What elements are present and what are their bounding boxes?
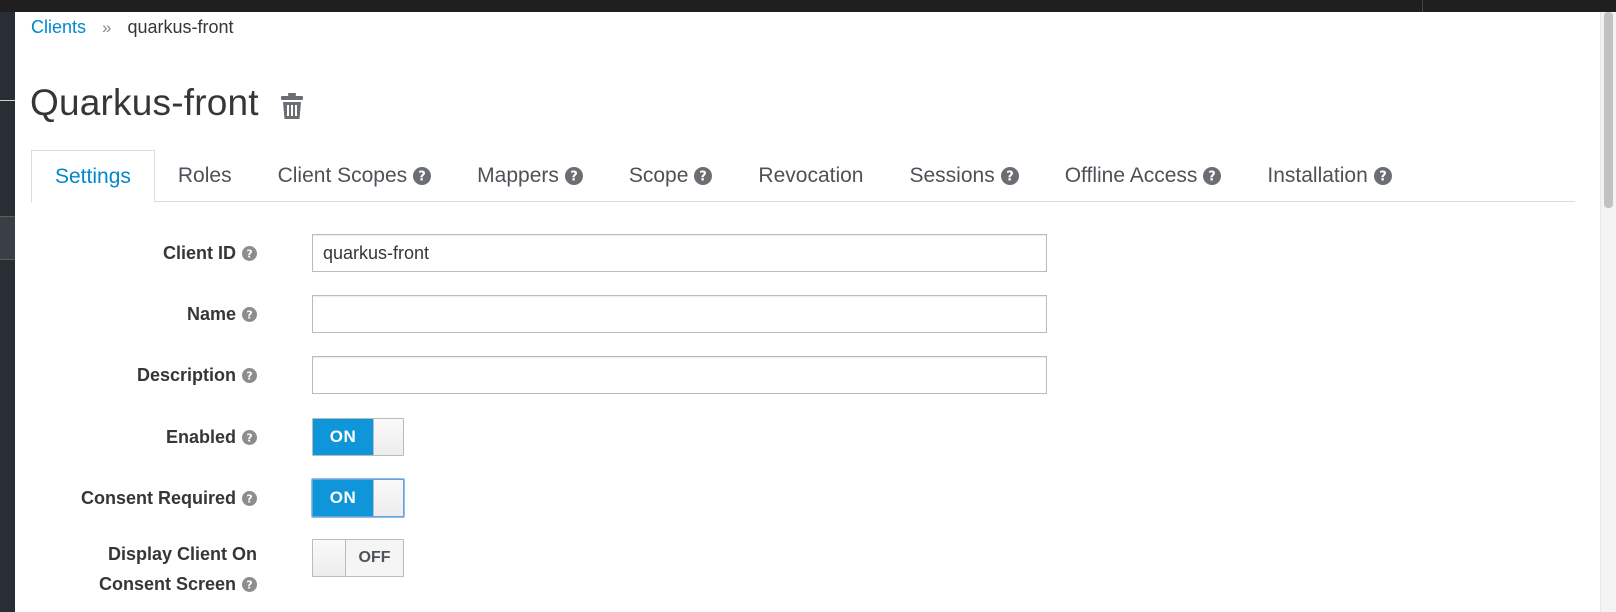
- svg-text:?: ?: [246, 492, 252, 505]
- tab-offline-access[interactable]: Offline Access?: [1042, 150, 1245, 202]
- tab-scope[interactable]: Scope?: [606, 150, 736, 202]
- name-label: Name ?: [31, 304, 257, 325]
- tab-label: Installation: [1267, 164, 1368, 187]
- tab-client-scopes[interactable]: Client Scopes?: [255, 150, 455, 202]
- client-id-label: Client ID ?: [31, 243, 257, 264]
- tab-label: Roles: [177, 164, 232, 187]
- question-circle-icon[interactable]: ?: [1373, 167, 1392, 185]
- tab-label: Client Scopes: [277, 164, 408, 187]
- top-bar: [0, 0, 1616, 12]
- svg-text:?: ?: [246, 308, 252, 321]
- field-label-line1: Display Client On: [107, 544, 257, 564]
- description-input[interactable]: [312, 356, 1047, 394]
- breadcrumb: Clients » quarkus-front: [31, 17, 234, 38]
- display-client-label: Display Client On Consent Screen ?: [31, 539, 257, 599]
- field-label-text: Enabled: [165, 426, 236, 447]
- enabled-toggle[interactable]: ON: [312, 418, 404, 456]
- field-label-line2-wrap: Consent Screen ?: [31, 569, 257, 599]
- svg-text:?: ?: [1209, 170, 1217, 185]
- scrollbar[interactable]: [1600, 12, 1616, 612]
- enabled-label: Enabled ?: [31, 427, 257, 448]
- form-row-description: Description ?: [31, 354, 1047, 396]
- breadcrumb-separator: »: [102, 17, 112, 37]
- form-row-enabled: Enabled ? ON: [31, 416, 1031, 458]
- tab-label: Scope: [628, 164, 689, 187]
- form-row-consent-required: Consent Required ? ON: [31, 477, 1031, 519]
- page-header: Quarkus-front: [30, 82, 303, 124]
- form-row-name: Name ?: [31, 293, 1047, 335]
- toggle-knob: [313, 540, 346, 576]
- consent-required-label: Consent Required ?: [31, 488, 257, 509]
- tab-label: Mappers: [477, 164, 559, 187]
- client-id-input[interactable]: [312, 234, 1047, 272]
- tab-sessions[interactable]: Sessions?: [886, 150, 1041, 202]
- svg-text:?: ?: [700, 170, 708, 185]
- svg-text:?: ?: [246, 431, 252, 444]
- field-label-text: Description: [136, 364, 236, 385]
- field-label-text: Client ID: [162, 242, 236, 263]
- tab-installation[interactable]: Installation?: [1244, 150, 1414, 202]
- trash-icon[interactable]: [280, 93, 303, 119]
- toggle-knob: [373, 480, 403, 516]
- question-circle-icon[interactable]: ?: [242, 429, 257, 445]
- svg-text:?: ?: [246, 578, 252, 591]
- svg-text:?: ?: [1006, 170, 1014, 185]
- toggle-on-state: ON: [313, 419, 373, 455]
- field-label-text: Name: [186, 303, 236, 324]
- breadcrumb-clients-link[interactable]: Clients: [31, 17, 86, 38]
- toggle-on-state: ON: [313, 480, 373, 516]
- nav-item-active[interactable]: [0, 216, 15, 260]
- top-bar-divider: [1422, 0, 1423, 12]
- tab-label: Revocation: [758, 164, 864, 187]
- field-label-text: Consent Required: [80, 487, 236, 508]
- consent-required-toggle[interactable]: ON: [312, 479, 404, 517]
- scrollbar-thumb[interactable]: [1604, 12, 1613, 208]
- question-circle-icon[interactable]: ?: [242, 306, 257, 322]
- description-label: Description ?: [31, 365, 257, 386]
- svg-text:?: ?: [246, 369, 252, 382]
- question-circle-icon[interactable]: ?: [413, 167, 432, 185]
- page-title: Quarkus-front: [30, 82, 259, 123]
- tab-label: Offline Access: [1064, 164, 1198, 187]
- tab-settings[interactable]: Settings: [31, 150, 155, 203]
- toggle-off-state: OFF: [346, 540, 403, 576]
- question-circle-icon[interactable]: ?: [1000, 167, 1019, 185]
- tab-bar: Settings Roles Client Scopes? Mappers? S…: [31, 150, 1575, 203]
- tab-revocation[interactable]: Revocation: [735, 150, 886, 202]
- left-navigation: [0, 12, 15, 612]
- question-circle-icon[interactable]: ?: [242, 576, 257, 592]
- tab-mappers[interactable]: Mappers?: [454, 150, 606, 202]
- question-circle-icon[interactable]: ?: [242, 245, 257, 261]
- field-label-line2: Consent Screen: [98, 574, 236, 594]
- tab-label: Sessions: [909, 164, 995, 187]
- question-circle-icon[interactable]: ?: [242, 490, 257, 506]
- nav-divider: [0, 100, 15, 101]
- form-row-client-id: Client ID ?: [31, 232, 1047, 274]
- svg-text:?: ?: [418, 170, 426, 185]
- question-circle-icon[interactable]: ?: [1203, 167, 1222, 185]
- form-row-display-client: Display Client On Consent Screen ? OFF: [31, 539, 1031, 609]
- svg-text:?: ?: [570, 170, 578, 185]
- question-circle-icon[interactable]: ?: [242, 367, 257, 383]
- question-circle-icon[interactable]: ?: [694, 167, 713, 185]
- question-circle-icon[interactable]: ?: [564, 167, 583, 185]
- svg-text:?: ?: [246, 247, 252, 260]
- name-input[interactable]: [312, 295, 1047, 333]
- toggle-knob: [373, 419, 403, 455]
- display-client-toggle[interactable]: OFF: [312, 539, 404, 577]
- tab-label: Settings: [55, 164, 131, 188]
- tab-roles[interactable]: Roles: [155, 150, 255, 202]
- svg-text:?: ?: [1379, 170, 1387, 185]
- breadcrumb-current: quarkus-front: [127, 17, 234, 37]
